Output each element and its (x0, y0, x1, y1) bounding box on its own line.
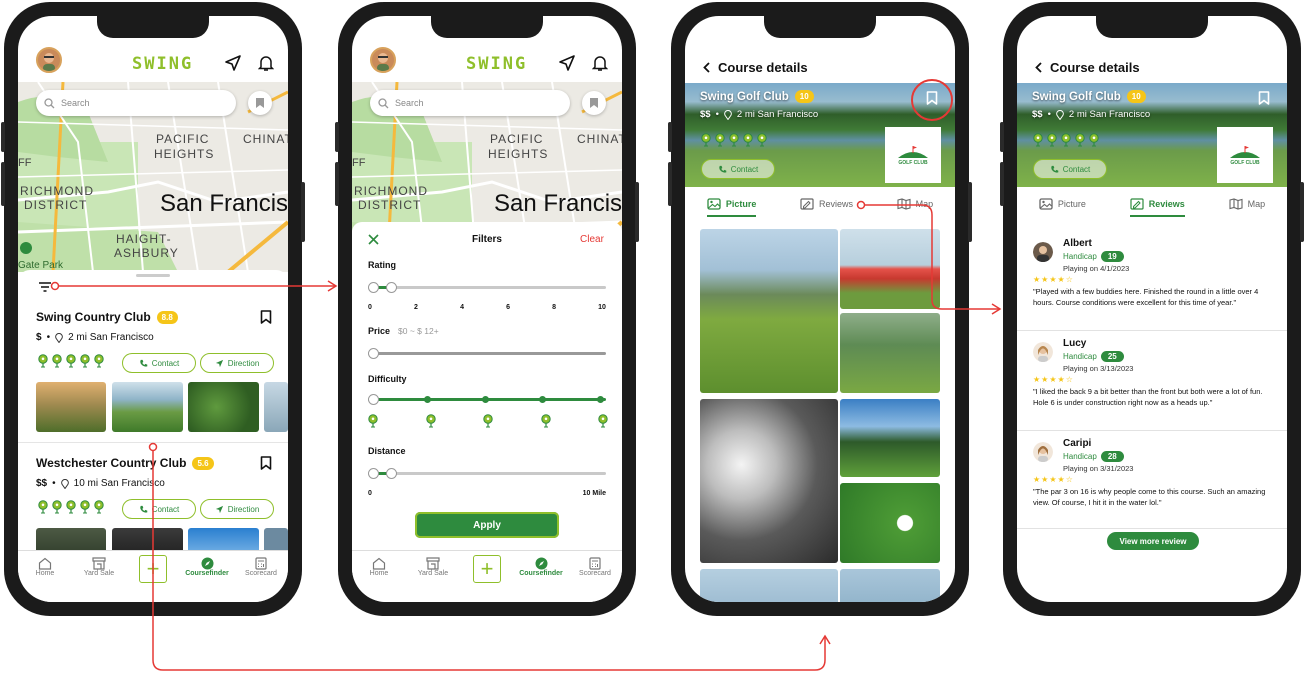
arrow-origin-dot (148, 442, 158, 452)
arrow-origin-dot (50, 281, 60, 291)
notch (1096, 16, 1208, 38)
notch (97, 16, 209, 38)
arrow-card-to-details (152, 447, 826, 671)
notch (431, 16, 543, 38)
flow-arrows (50, 200, 1002, 671)
notch (764, 16, 876, 38)
arrow-reviews-to-reviews (861, 204, 1000, 310)
arrow-origin-dot (856, 200, 866, 210)
